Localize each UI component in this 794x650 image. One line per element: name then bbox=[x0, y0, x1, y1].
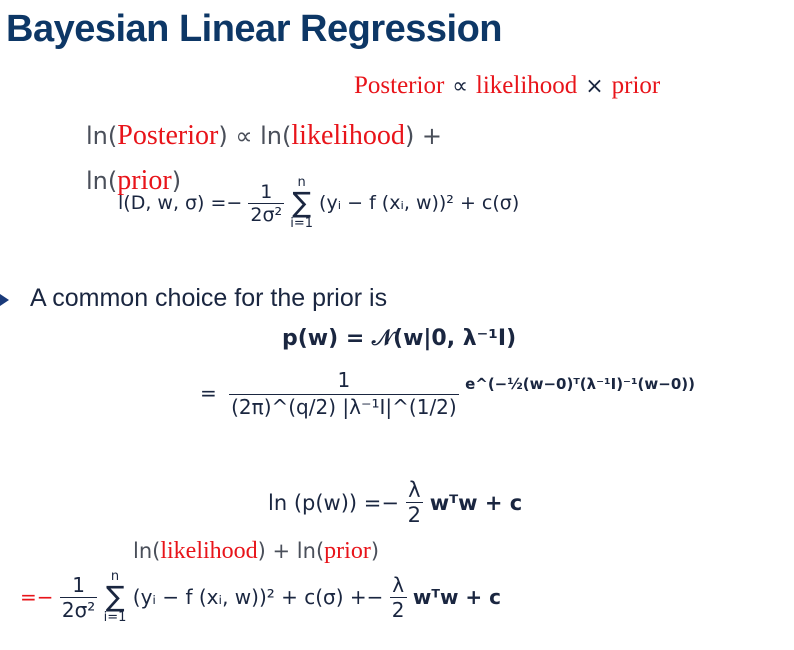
summation: n ∑ i=1 bbox=[104, 570, 127, 624]
equals-sign: =− bbox=[20, 585, 54, 609]
ln-label: ln( bbox=[133, 539, 161, 563]
ln-label: ln( bbox=[86, 167, 118, 195]
prior-term: prior bbox=[324, 538, 371, 564]
paren-plus: ) + bbox=[404, 122, 443, 150]
fraction-numerator: 1 bbox=[229, 366, 459, 395]
sigma-icon: ∑ bbox=[105, 580, 125, 613]
prior-density-formula: = 1 (2π)^(q/2) |λ⁻¹I|^(1/2) e^(−½(w−0)ᵀ(… bbox=[200, 366, 695, 419]
log-likelihood-formula: l(D, w, σ) =− 1 2σ² n ∑ i=1 (yᵢ − f (xᵢ,… bbox=[118, 176, 519, 230]
plus-ln: ) + ln( bbox=[257, 539, 325, 563]
fraction-numerator: 1 bbox=[248, 181, 285, 204]
sigma-icon: ∑ bbox=[292, 186, 312, 219]
fraction: 1 2σ² bbox=[248, 181, 285, 226]
fraction-numerator: λ bbox=[389, 573, 407, 598]
likelihood-term: likelihood bbox=[160, 538, 258, 564]
sum-lower-limit: i=1 bbox=[103, 610, 127, 625]
bullet-arrow-icon bbox=[0, 294, 9, 306]
fraction-denominator: 2σ² bbox=[61, 597, 96, 622]
lambda-fraction: λ 2 bbox=[405, 478, 424, 527]
slide-title: Bayesian Linear Regression bbox=[6, 8, 503, 50]
log-prior-formula: ln (p(w)) =− λ 2 wᵀw + c bbox=[268, 478, 522, 527]
bullet-text: A common choice for the prior is bbox=[30, 284, 388, 312]
posterior-proportionality: Posterior ∝ likelihood × prior bbox=[354, 70, 660, 100]
formula-body: (yᵢ − f (xᵢ, w))² + c(σ) bbox=[319, 192, 520, 214]
ln-label: ln( bbox=[86, 122, 118, 150]
log-sum-line: ln(likelihood) + ln(prior) bbox=[133, 538, 379, 565]
fraction-denominator: 2 bbox=[407, 503, 422, 527]
propto-symbol: ∝ bbox=[452, 74, 468, 99]
prior-definition: p(w) = 𝒩(w|0, λ⁻¹I) bbox=[282, 326, 517, 351]
normalizer-fraction: 1 (2π)^(q/2) |λ⁻¹I|^(1/2) bbox=[229, 366, 459, 419]
likelihood-term: likelihood bbox=[291, 120, 405, 151]
likelihood-term: likelihood bbox=[475, 72, 578, 99]
exponential-term: e^(−½(w−0)ᵀ(λ⁻¹I)⁻¹(w−0)) bbox=[465, 374, 695, 393]
posterior-term: Posterior bbox=[354, 72, 445, 99]
propto-symbol: ∝ bbox=[227, 122, 261, 150]
posterior-term: Posterior bbox=[117, 120, 219, 151]
prior-term: prior bbox=[611, 72, 661, 99]
formula-lhs: l(D, w, σ) =− bbox=[118, 192, 243, 214]
fraction-denominator: (2π)^(q/2) |λ⁻¹I|^(1/2) bbox=[231, 395, 457, 419]
fraction-numerator: λ bbox=[405, 478, 424, 503]
lambda-fraction: λ 2 bbox=[389, 573, 407, 622]
paren: ) bbox=[370, 539, 380, 563]
fraction-denominator: 2σ² bbox=[250, 203, 283, 226]
formula-lhs: ln (p(w)) =− bbox=[268, 490, 399, 515]
log-posterior-line-1: ln(Posterior) ∝ ln(likelihood) + bbox=[86, 120, 442, 152]
fraction-numerator: 1 bbox=[59, 573, 98, 598]
fraction-denominator: 2 bbox=[391, 597, 405, 622]
paren: ) bbox=[218, 122, 228, 150]
summation: n ∑ i=1 bbox=[290, 176, 313, 230]
ln-label: ln( bbox=[260, 122, 292, 150]
final-formula: =− 1 2σ² n ∑ i=1 (yᵢ − f (xᵢ, w))² + c(σ… bbox=[20, 570, 501, 624]
formula-tail: wᵀw + c bbox=[412, 585, 501, 609]
equals-sign: = bbox=[200, 380, 217, 405]
fraction: 1 2σ² bbox=[59, 573, 98, 622]
times-symbol: × bbox=[585, 74, 604, 99]
formula-rhs: wᵀw + c bbox=[429, 490, 523, 515]
formula-body: (yᵢ − f (xᵢ, w))² + c(σ) +− bbox=[132, 585, 384, 609]
sum-lower-limit: i=1 bbox=[290, 216, 313, 231]
